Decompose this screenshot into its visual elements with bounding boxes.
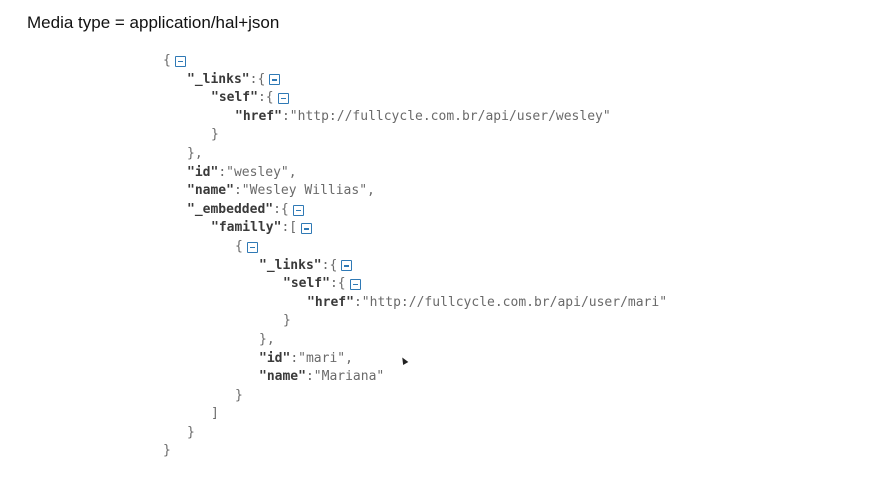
json-key-self: "self" [283,276,330,292]
json-value-root-href: "http://fullcycle.com.br/api/user/wesley… [289,108,611,124]
json-line: }, [259,331,275,347]
json-line: "self":{ [163,89,667,108]
collapse-minus-icon[interactable] [301,223,313,235]
json-line: "_links":{ [163,71,667,90]
json-line: } [163,443,171,459]
collapse-minus-icon[interactable] [349,278,361,290]
json-key-name: "name" [187,183,234,199]
json-line: "self":{ [163,275,667,294]
collapse-minus-icon[interactable] [174,55,186,67]
collapse-minus-icon[interactable] [269,74,281,86]
json-key-id: "id" [259,350,291,366]
json-key-href: "href" [307,294,354,310]
json-line: } [235,387,243,403]
json-line: "id": "wesley", [163,164,667,183]
json-line: ] [211,406,219,422]
json-line: { [163,238,667,257]
json-line: "href": "http://fullcycle.com.br/api/user… [163,294,667,313]
json-line: } [283,313,291,329]
json-key-name: "name" [259,369,306,385]
json-value-child-href: "http://fullcycle.com.br/api/user/mari" [361,294,668,310]
collapse-minus-icon[interactable] [277,92,289,104]
collapse-minus-icon[interactable] [246,241,258,253]
json-key-id: "id" [187,164,219,180]
json-value-child-name: "Mariana" [313,369,385,385]
json-line: }, [187,145,203,161]
page-title: Media type = application/hal+json [27,13,280,32]
collapse-minus-icon[interactable] [341,260,353,272]
json-key-embedded: "_embedded" [187,201,274,217]
json-line: "name": "Mariana" [163,368,667,387]
json-line: "id": "mari", [163,350,667,369]
json-value-child-id: "mari" [298,350,346,366]
json-line: "_embedded":{ [163,201,667,220]
json-key-links: "_links" [259,257,322,273]
json-viewer: { "_links":{ "self":{ "href": "http://ful… [163,52,667,461]
json-key-familly: "familly" [211,220,282,236]
collapse-minus-icon[interactable] [292,204,304,216]
json-key-links: "_links" [187,71,250,87]
json-line: } [211,127,219,143]
json-key-self: "self" [211,90,258,106]
json-line: "familly":[ [163,219,667,238]
json-line: "name": "Wesley Willias", [163,182,667,201]
json-line: } [187,424,195,440]
json-line: "_links":{ [163,257,667,276]
json-line: "href": "http://fullcycle.com.br/api/user… [163,108,667,127]
json-value-root-name: "Wesley Willias" [241,183,368,199]
json-value-root-id: "wesley" [226,164,289,180]
json-key-href: "href" [235,108,282,124]
json-line: { [163,52,667,71]
